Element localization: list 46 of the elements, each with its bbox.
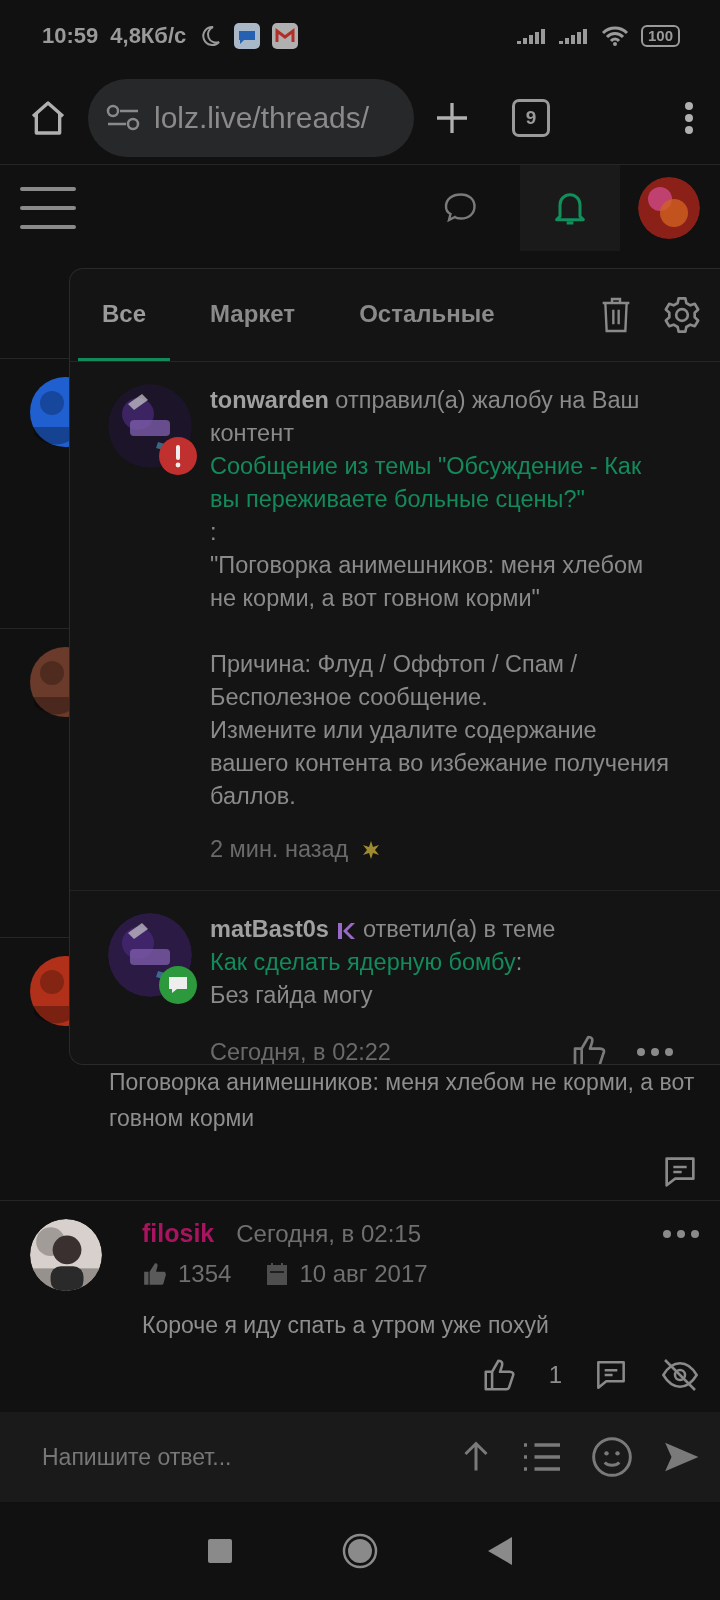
- back-icon[interactable]: [488, 1537, 512, 1565]
- thread-link[interactable]: Сообщение из темы "Обсуждение - Как вы переживаете больные сцены?": [210, 450, 674, 516]
- notifications-button[interactable]: [520, 165, 620, 251]
- plus-icon[interactable]: [434, 100, 470, 136]
- post-time: Сегодня, в 02:15: [236, 1219, 422, 1248]
- clock: 10:59: [42, 23, 99, 49]
- messages-app-icon: [234, 23, 261, 49]
- notification-text: matBast0s ответил(а) в теме Как сделать ядерную бомбу:: [210, 913, 674, 979]
- battery-indicator: 100: [640, 25, 680, 47]
- menu-icon[interactable]: [20, 186, 76, 230]
- tab[interactable]: Маркет: [186, 269, 320, 361]
- address-bar[interactable]: lolz.live/threads/: [88, 79, 414, 157]
- thread-link[interactable]: Как сделать ядерную бомбу: [210, 946, 516, 979]
- home-button-icon[interactable]: [342, 1533, 378, 1569]
- tab[interactable]: Все: [78, 269, 171, 361]
- post-text: Поговорка анимешников: меня хлебом не корми, а вот говном корми: [109, 1068, 696, 1133]
- joined-date: 10 авг 2017: [299, 1260, 428, 1288]
- notification-body: "Поговорка анимешников: меня хлебом не корми, а вот говном корми": [210, 551, 645, 613]
- reply-input[interactable]: Напишите ответ...: [40, 1442, 430, 1472]
- tab-count-button[interactable]: 9: [512, 99, 550, 137]
- more-icon[interactable]: [636, 1047, 674, 1057]
- alert-badge-icon: [158, 436, 198, 476]
- notification-time: 2 мин. назад: [210, 835, 349, 864]
- like-count: 1: [548, 1361, 562, 1389]
- wifi-icon: [600, 25, 629, 47]
- more-vertical-icon[interactable]: [684, 101, 694, 135]
- likes-count: 1354: [178, 1260, 232, 1288]
- calendar-icon: [265, 1262, 290, 1286]
- smiley-icon[interactable]: [590, 1435, 634, 1479]
- signal-icon: [516, 26, 547, 46]
- mail-app-icon: [272, 23, 299, 49]
- notification-time: Сегодня, в 02:22: [210, 1037, 391, 1064]
- thumbs-up-icon: [142, 1261, 168, 1287]
- signal-icon: [558, 26, 589, 46]
- settings-icon[interactable]: [662, 295, 702, 335]
- comment-badge-icon: [158, 965, 198, 1005]
- more-icon[interactable]: [662, 1228, 700, 1239]
- notification-body: Причина: Флуд / Оффтоп / Спам / Бесполезное сообщение. Измените или удалите содержание вашего контента во избежание получения баллов.: [210, 650, 670, 811]
- site-settings-icon: [106, 104, 140, 132]
- notification-text: tonwarden отправил(а) жалобу на Ваш контент Сообщение из темы "Обсуждение - Как вы переживаете больные сцены?" :: [210, 384, 674, 549]
- trash-icon[interactable]: [600, 296, 632, 334]
- post-text: Короче я иду спать а утром уже похуй: [142, 1312, 550, 1339]
- notification-body: Без гайда могу: [210, 981, 374, 1010]
- network-speed: 4,8Кб/с: [110, 23, 187, 49]
- avatar[interactable]: [638, 177, 700, 239]
- tab[interactable]: Остальные: [335, 269, 519, 361]
